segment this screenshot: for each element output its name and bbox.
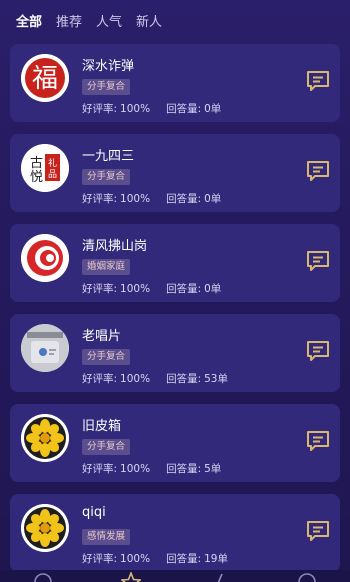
compass-icon[interactable] xyxy=(209,572,229,582)
counselor-stats: 好评率: 100% 回答量: 53单 xyxy=(82,371,231,386)
category-tag: 分手复合 xyxy=(82,169,131,185)
fu-character-icon[interactable]: 福 xyxy=(21,54,69,102)
answers-label: 回答量: xyxy=(166,553,202,565)
category-tag: 感情发展 xyxy=(82,529,131,545)
rating-label: 好评率: xyxy=(82,553,118,565)
tab-all[interactable]: 全部 xyxy=(16,11,42,30)
yellow-flower-icon[interactable] xyxy=(21,414,69,462)
category-tag: 分手复合 xyxy=(82,79,131,95)
counselor-card[interactable]: 清风拂山岗 婚姻家庭 好评率: 100% 回答量: 0单 xyxy=(10,224,340,302)
bottom-nav-bar xyxy=(0,570,350,582)
category-tag: 分手复合 xyxy=(82,439,131,455)
rating-value: 100% xyxy=(120,103,151,115)
rating-value: 100% xyxy=(120,283,151,295)
counselor-card[interactable]: qiqi 感情发展 好评率: 100% 回答量: 19单 xyxy=(10,494,340,572)
tab-popular[interactable]: 人气 xyxy=(96,11,122,30)
rating-label: 好评率: xyxy=(82,193,118,205)
answers-value: 0单 xyxy=(204,103,222,115)
category-tag: 婚姻家庭 xyxy=(82,259,131,275)
svg-text:古: 古 xyxy=(30,156,43,171)
rating-label: 好评率: xyxy=(82,103,118,115)
star-icon[interactable] xyxy=(121,572,141,582)
counselor-card[interactable]: 老唱片 分手复合 好评率: 100% 回答量: 53单 xyxy=(10,314,340,392)
svg-text:福: 福 xyxy=(32,64,58,94)
tab-recommended[interactable]: 推荐 xyxy=(56,11,82,30)
phone-photo-icon[interactable] xyxy=(21,324,69,372)
answers-label: 回答量: xyxy=(166,373,202,385)
counselor-card[interactable]: 旧皮箱 分手复合 好评率: 100% 回答量: 5单 xyxy=(10,404,340,482)
red-swirl-icon[interactable] xyxy=(21,234,69,282)
counselor-name: 清风拂山岗 xyxy=(82,239,148,254)
category-tabs: 全部 推荐 人气 新人 xyxy=(0,0,350,40)
chat-icon[interactable] xyxy=(306,520,330,542)
answers-value: 0单 xyxy=(204,193,222,205)
calligraphy-stamp-icon[interactable]: 古 悦 礼 品 xyxy=(21,144,69,192)
yellow-flower-icon[interactable] xyxy=(21,504,69,552)
counselor-stats: 好评率: 100% 回答量: 5单 xyxy=(82,461,224,476)
answers-value: 5单 xyxy=(204,463,222,475)
rating-value: 100% xyxy=(120,463,151,475)
answers-label: 回答量: xyxy=(166,103,202,115)
chat-icon[interactable] xyxy=(306,70,330,92)
counselor-stats: 好评率: 100% 回答量: 19单 xyxy=(82,551,231,566)
answers-value: 0单 xyxy=(204,283,222,295)
counselor-stats: 好评率: 100% 回答量: 0单 xyxy=(82,281,224,296)
rating-label: 好评率: xyxy=(82,373,118,385)
chat-icon[interactable] xyxy=(306,160,330,182)
svg-text:礼: 礼 xyxy=(48,157,57,169)
rating-value: 100% xyxy=(120,553,151,565)
svg-text:悦: 悦 xyxy=(30,170,43,185)
chat-icon[interactable] xyxy=(306,430,330,452)
chat-icon[interactable] xyxy=(306,250,330,272)
answers-label: 回答量: xyxy=(166,193,202,205)
chat-icon[interactable] xyxy=(306,340,330,362)
category-tag: 分手复合 xyxy=(82,349,131,365)
home-icon[interactable] xyxy=(33,572,53,582)
counselor-stats: 好评率: 100% 回答量: 0单 xyxy=(82,191,224,206)
answers-label: 回答量: xyxy=(166,463,202,475)
answers-label: 回答量: xyxy=(166,283,202,295)
svg-text:品: 品 xyxy=(48,169,57,180)
counselor-name: 老唱片 xyxy=(82,329,122,344)
counselor-card[interactable]: 福 深水诈弹 分手复合 好评率: 100% 回答量: 0单 xyxy=(10,44,340,122)
counselor-name: qiqi xyxy=(82,505,106,520)
rating-value: 100% xyxy=(120,193,151,205)
counselor-name: 旧皮箱 xyxy=(82,419,122,434)
counselor-name: 深水诈弹 xyxy=(82,59,135,74)
counselor-stats: 好评率: 100% 回答量: 0单 xyxy=(82,101,224,116)
counselor-name: 一九四三 xyxy=(82,149,135,164)
rating-value: 100% xyxy=(120,373,151,385)
tab-newcomers[interactable]: 新人 xyxy=(136,11,162,30)
answers-value: 53单 xyxy=(204,373,228,385)
rating-label: 好评率: xyxy=(82,463,118,475)
answers-value: 19单 xyxy=(204,553,228,565)
rating-label: 好评率: xyxy=(82,283,118,295)
counselor-card[interactable]: 古 悦 礼 品 一九四三 分手复合 好评率: 100% 回答量: 0单 xyxy=(10,134,340,212)
profile-icon[interactable] xyxy=(297,572,317,582)
